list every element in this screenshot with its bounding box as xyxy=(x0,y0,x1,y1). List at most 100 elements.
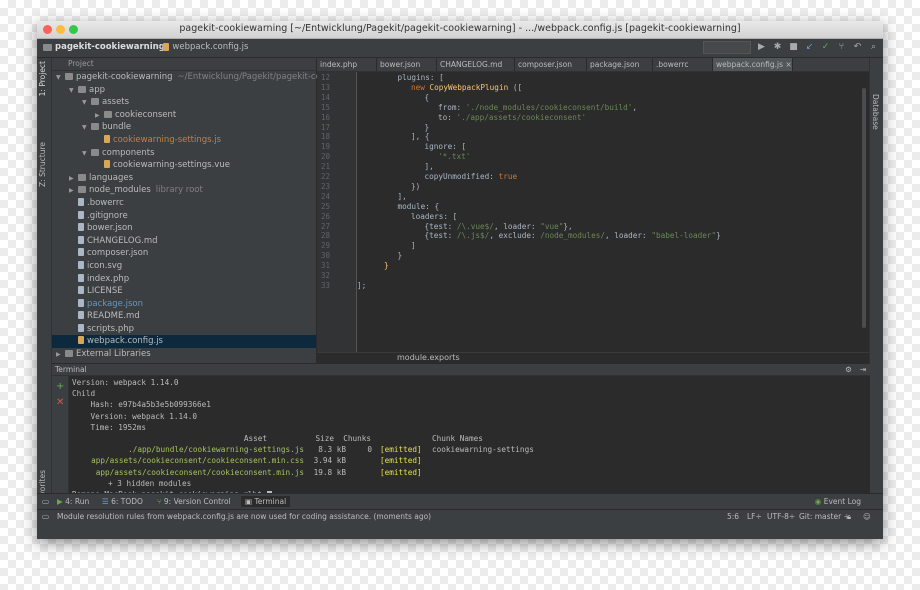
inspector-icon[interactable]: ☺ xyxy=(863,510,871,524)
main-toolbar: ▶ ✱ ■ ↙ ✓ ⑂ ↶ ⌕ xyxy=(703,41,879,54)
line-number: 30 xyxy=(320,251,330,261)
file-icon xyxy=(78,323,84,332)
collapsed-arrow-icon[interactable]: ▶ xyxy=(56,349,65,362)
line-separator[interactable]: LF÷ xyxy=(747,510,762,524)
editor-tab[interactable]: index.php xyxy=(317,58,377,71)
tree-item[interactable]: ▼ assets xyxy=(52,96,316,109)
status-message[interactable]: Module resolution rules from webpack.con… xyxy=(57,510,431,524)
code-token: , exclude: xyxy=(489,231,541,241)
tree-item[interactable]: ▼ app xyxy=(52,84,316,97)
status-window-icon[interactable]: ▭ xyxy=(42,510,49,524)
code-line: plugins: [ xyxy=(398,73,444,82)
todo-tool-button[interactable]: ☰ 6: TODO xyxy=(102,496,143,507)
project-tool-tab[interactable]: 1: Project xyxy=(38,61,47,96)
window-bottom xyxy=(37,524,883,539)
close-session-icon[interactable]: ✕ xyxy=(56,397,64,408)
project-view-label[interactable]: Project xyxy=(68,59,94,68)
tree-item[interactable]: CHANGELOG.md xyxy=(52,235,316,248)
editor-tab[interactable]: .bowerrc xyxy=(653,58,713,71)
tree-item-label: components xyxy=(102,147,155,158)
tree-item[interactable]: ▶ External Libraries xyxy=(52,348,316,361)
tree-item[interactable]: bower.json xyxy=(52,222,316,235)
line-number-gutter: 12 13 14 15 16 17 18 19 20 21 22 23 24 25 26 27 28 29 30 31… xyxy=(317,72,357,352)
code-line: from: './node_modules/cookieconsent/buil… xyxy=(438,103,637,112)
search-icon[interactable]: ⌕ xyxy=(868,42,879,53)
debug-icon[interactable]: ✱ xyxy=(772,42,783,53)
code-line: }) xyxy=(411,182,420,191)
terminal-tool-button[interactable]: ▣ Terminal xyxy=(241,496,291,507)
tree-item[interactable]: icon.svg xyxy=(52,260,316,273)
tree-item-label: scripts.php xyxy=(87,323,134,334)
tree-item-label: composer.json xyxy=(87,248,149,259)
terminal-table-header: Chunks xyxy=(343,434,371,443)
event-log-button[interactable]: ◉ Event Log xyxy=(815,496,861,507)
editor-tab[interactable]: composer.json xyxy=(515,58,587,71)
tree-item[interactable]: package.json xyxy=(52,298,316,311)
terminal-line: Version: webpack 1.14.0 xyxy=(72,411,197,421)
editor-tab[interactable]: CHANGELOG.md xyxy=(437,58,515,71)
editor-tab[interactable]: bower.json xyxy=(377,58,437,71)
editor-scrollbar[interactable] xyxy=(862,88,866,328)
undo-icon[interactable]: ↶ xyxy=(852,42,863,53)
asset-name: cookiewarning-settings xyxy=(432,445,534,455)
tree-item[interactable]: README.md xyxy=(52,310,316,323)
editor-tab-label: .bowerrc xyxy=(656,60,689,69)
lock-icon[interactable]: 🔒︎ xyxy=(847,510,851,524)
js-file-icon xyxy=(104,134,110,143)
file-encoding[interactable]: UTF-8÷ xyxy=(767,510,795,524)
close-tab-icon[interactable]: × xyxy=(783,60,791,69)
tree-item[interactable]: index.php xyxy=(52,273,316,286)
tree-item[interactable]: ▶ cookieconsent xyxy=(52,109,316,122)
hide-panel-icon[interactable]: ⇥ xyxy=(860,364,866,375)
tree-item-suffix: library root xyxy=(155,185,203,196)
editor-tab[interactable]: webpack.config.js × xyxy=(713,58,793,71)
run-icon[interactable]: ▶ xyxy=(756,42,767,53)
tree-item[interactable]: ▼ bundle xyxy=(52,121,316,134)
stop-icon[interactable]: ■ xyxy=(788,42,799,53)
vcs-commit-icon[interactable]: ✓ xyxy=(820,42,831,53)
line-number: 22 xyxy=(320,172,330,181)
tree-item[interactable]: .bowerrc xyxy=(52,197,316,210)
code-line: module: { xyxy=(398,202,440,211)
tree-item[interactable]: cookiewarning-settings.vue xyxy=(52,159,316,172)
line-number: 18 xyxy=(320,132,330,142)
tree-item[interactable]: LICENSE xyxy=(52,285,316,298)
js-file-icon xyxy=(104,160,110,169)
tree-item[interactable]: ▼ components xyxy=(52,147,316,160)
tree-item[interactable]: cookiewarning-settings.js xyxy=(52,134,316,147)
breadcrumb-project[interactable]: pagekit-cookiewarning xyxy=(43,42,165,52)
tree-item[interactable]: scripts.php xyxy=(52,323,316,336)
line-number: 24 xyxy=(320,191,330,201)
expand-icon[interactable]: ▭ xyxy=(42,496,49,507)
line-number: 16 xyxy=(320,112,330,122)
new-session-icon[interactable]: + xyxy=(56,381,64,392)
tree-item[interactable]: ▼ pagekit-cookiewarning ~/Entwicklung/Page… xyxy=(52,71,321,84)
code-token: '*.txt' xyxy=(438,152,471,162)
asset-flag: [emitted] xyxy=(380,467,422,477)
git-branch[interactable]: Git: master ÷ xyxy=(799,510,850,524)
vcs-update-icon[interactable]: ↙ xyxy=(804,42,815,53)
breadcrumb-file[interactable]: › webpack.config.js xyxy=(157,42,248,52)
tree-item[interactable]: ▶ languages xyxy=(52,172,316,185)
structure-tool-tab[interactable]: Z: Structure xyxy=(38,142,47,187)
settings-icon[interactable]: ⚙ xyxy=(845,364,852,375)
file-icon xyxy=(78,286,84,295)
database-tool-tab[interactable]: Database xyxy=(871,94,880,130)
run-config-dropdown[interactable] xyxy=(703,41,751,54)
asset-size: 19.8 kB xyxy=(313,467,346,477)
vcs-branch-icon[interactable]: ⑂ xyxy=(836,42,847,53)
tree-item[interactable]: ▶ node_modules library root xyxy=(52,184,316,197)
tree-item[interactable]: composer.json xyxy=(52,247,316,260)
code-token: ignore: [ xyxy=(424,142,467,152)
tree-item[interactable]: webpack.config.js xyxy=(52,335,316,349)
tree-item-label: app xyxy=(89,84,105,95)
tree-item-label: .gitignore xyxy=(87,210,128,221)
vcs-tool-button[interactable]: ⑂ 9: Version Control xyxy=(157,496,231,507)
run-tool-button[interactable]: ▶ 4: Run xyxy=(57,496,89,507)
tree-item[interactable]: .gitignore xyxy=(52,210,316,223)
caret-position[interactable]: 5:6 xyxy=(727,510,739,524)
code-line: { xyxy=(425,93,430,102)
terminal-table-header: Chunk Names xyxy=(432,434,483,443)
tree-item-suffix: ~/Entwicklung/Pagekit/pagekit-co xyxy=(177,72,321,82)
editor-tab[interactable]: package.json xyxy=(587,58,653,71)
